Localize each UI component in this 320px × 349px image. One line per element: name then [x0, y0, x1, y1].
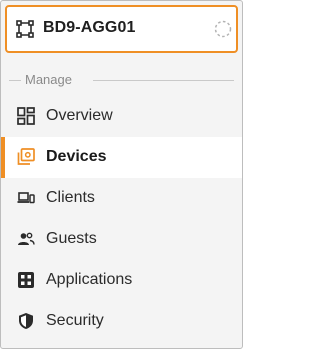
- nav-label-devices: Devices: [46, 148, 107, 165]
- manage-section-header: Manage: [9, 71, 234, 89]
- divider: [93, 80, 234, 81]
- nav-item-security[interactable]: Security: [1, 301, 242, 342]
- nav-item-applications[interactable]: Applications: [1, 260, 242, 301]
- topology-icon: [16, 20, 34, 38]
- status-dashed-circle-icon: [213, 19, 233, 39]
- section-label: Manage: [25, 72, 78, 87]
- divider: [9, 80, 21, 81]
- dashboard-grid-icon: [17, 107, 35, 125]
- nav-label-guests: Guests: [46, 230, 97, 247]
- apps-grid-icon: [17, 271, 35, 289]
- nav-label-overview: Overview: [46, 107, 113, 124]
- active-indicator: [1, 137, 5, 178]
- laptop-phone-icon: [17, 189, 35, 207]
- nav-item-guests[interactable]: Guests: [1, 219, 242, 260]
- nav-label-applications: Applications: [46, 271, 133, 288]
- nav-item-overview[interactable]: Overview: [1, 96, 242, 137]
- device-selector[interactable]: BD9-AGG01: [5, 5, 238, 53]
- shield-icon: [17, 312, 35, 330]
- nav-item-clients[interactable]: Clients: [1, 178, 242, 219]
- devices-stack-icon: [17, 148, 35, 166]
- nav-label-clients: Clients: [46, 189, 95, 206]
- people-icon: [17, 230, 35, 248]
- manage-sidebar: BD9-AGG01 Manage Overview Devices Client…: [0, 0, 243, 349]
- nav-item-devices[interactable]: Devices: [1, 137, 242, 178]
- device-name: BD9-AGG01: [43, 19, 136, 36]
- nav-label-security: Security: [46, 312, 104, 329]
